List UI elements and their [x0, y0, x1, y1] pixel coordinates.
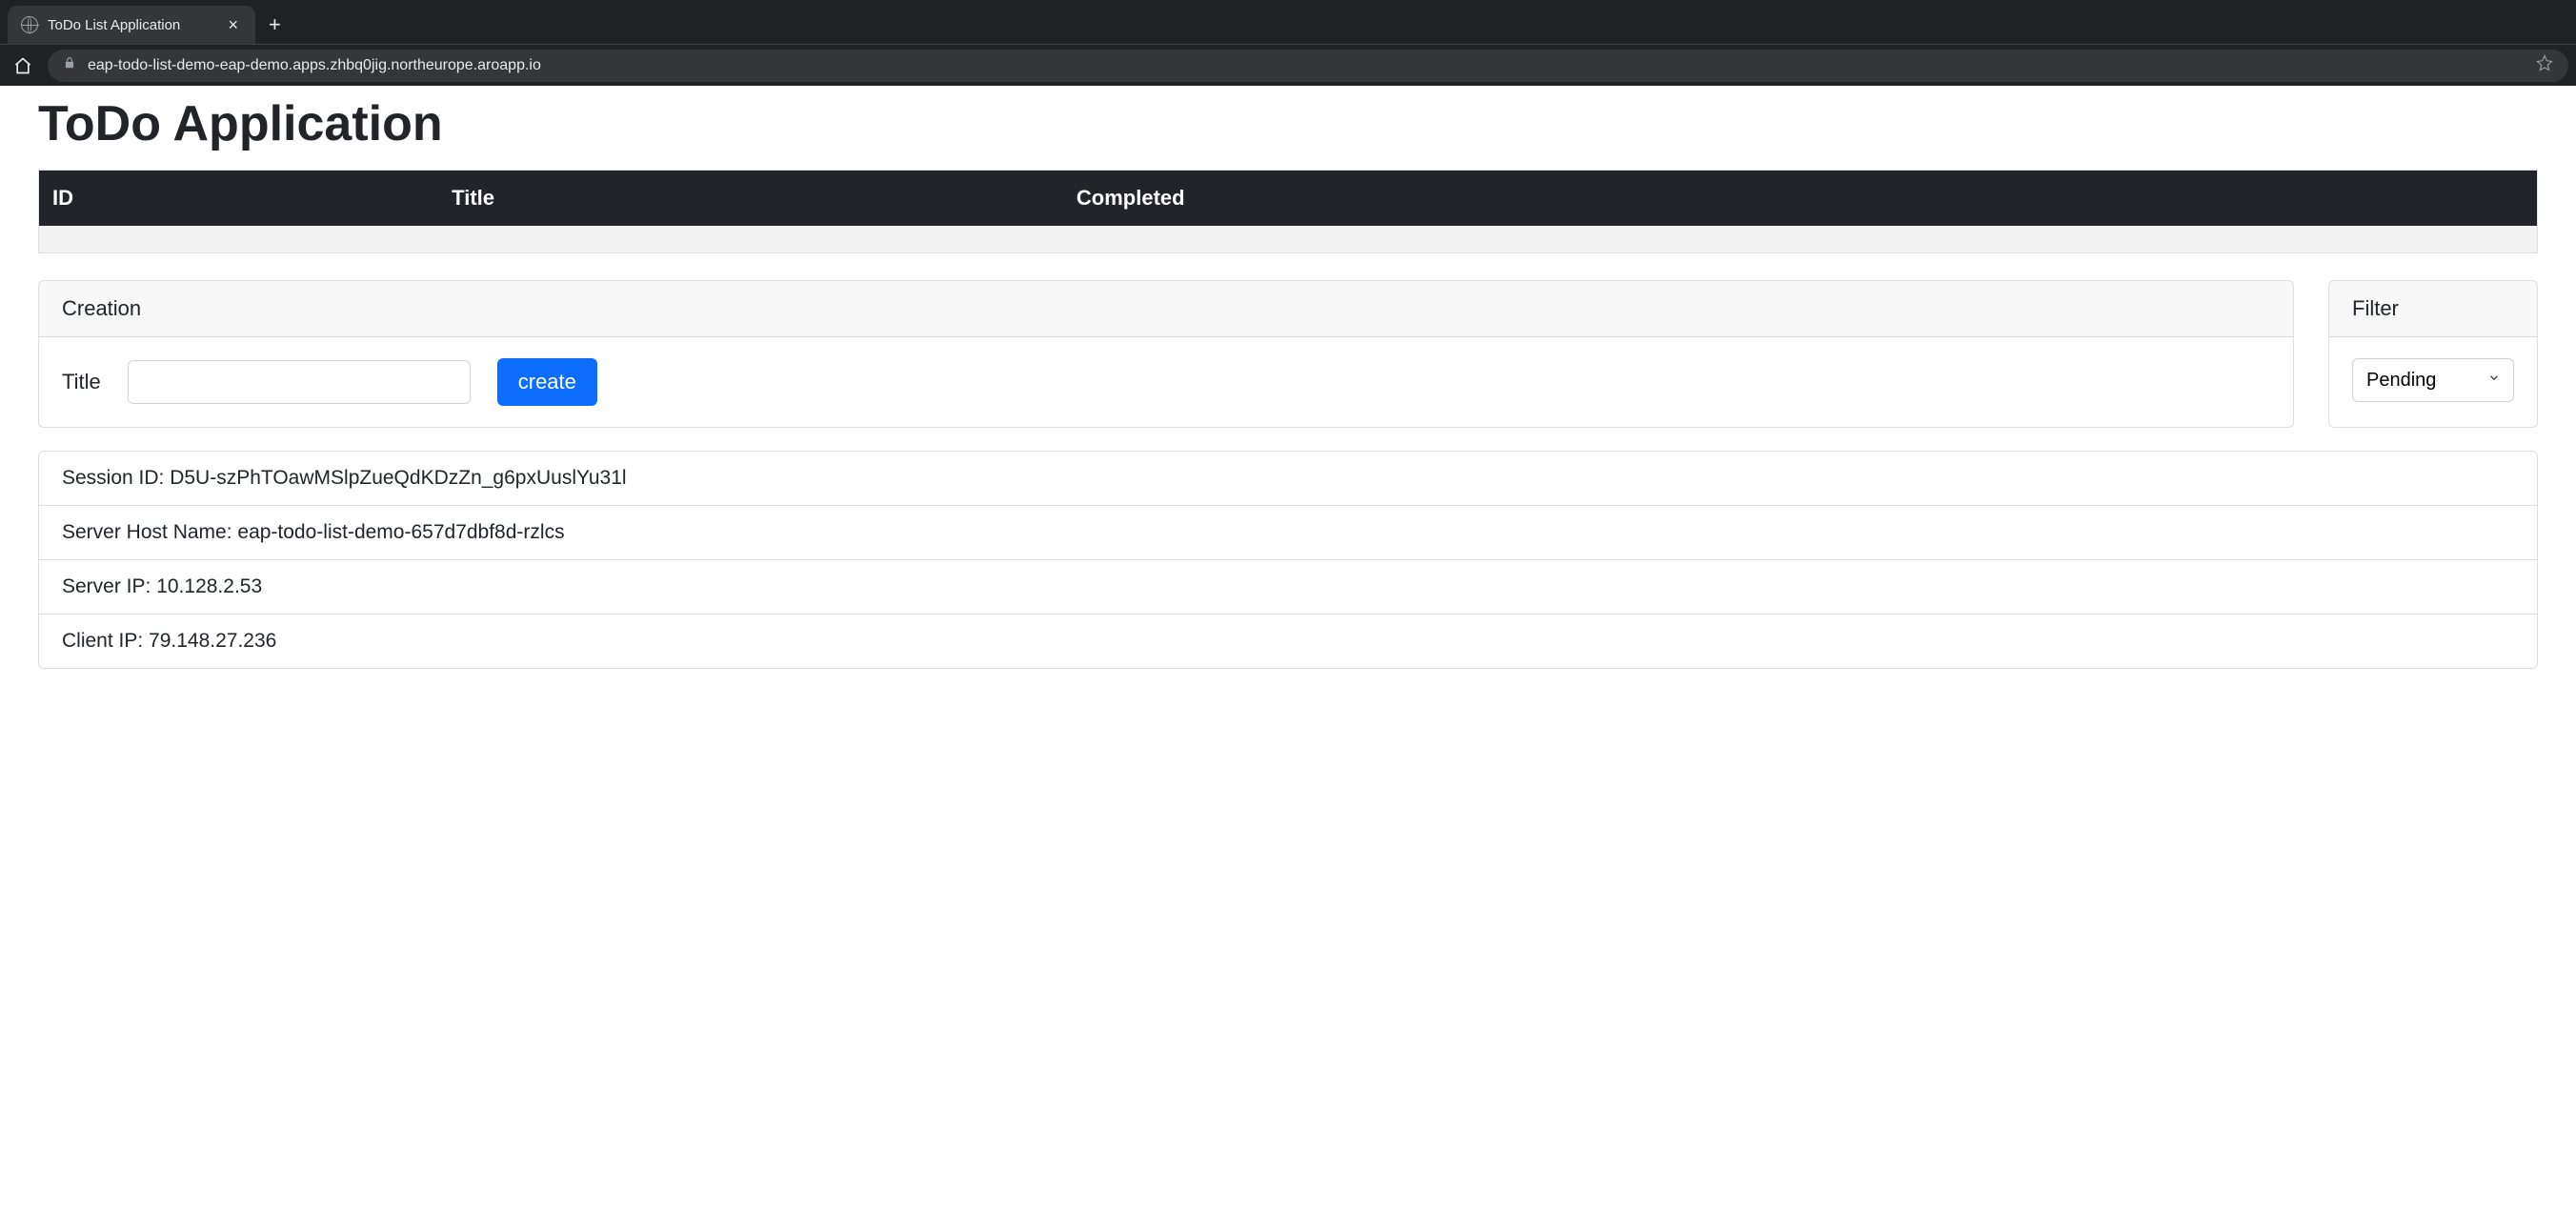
client-ip-row: Client IP: 79.148.27.236	[39, 614, 2537, 668]
server-ip-row: Server IP: 10.128.2.53	[39, 560, 2537, 614]
address-bar[interactable]: eap-todo-list-demo-eap-demo.apps.zhbq0ji…	[48, 50, 2568, 82]
browser-chrome: ToDo List Application × + eap-todo-list-…	[0, 0, 2576, 86]
creation-header: Creation	[39, 281, 2293, 337]
globe-icon	[21, 16, 38, 33]
title-label: Title	[62, 370, 101, 394]
create-button[interactable]: create	[497, 358, 597, 406]
bookmark-star-icon[interactable]	[2536, 54, 2553, 76]
page-content: ToDo Application ID Title Completed Crea…	[0, 86, 2576, 707]
title-input[interactable]	[128, 360, 471, 404]
browser-tab[interactable]: ToDo List Application ×	[8, 6, 255, 44]
filter-header: Filter	[2329, 281, 2537, 337]
new-tab-button[interactable]: +	[255, 6, 294, 44]
browser-toolbar: eap-todo-list-demo-eap-demo.apps.zhbq0ji…	[0, 44, 2576, 86]
home-button[interactable]	[8, 50, 38, 81]
url-text: eap-todo-list-demo-eap-demo.apps.zhbq0ji…	[88, 57, 2525, 74]
home-icon	[13, 56, 32, 75]
tab-strip: ToDo List Application × +	[0, 0, 2576, 44]
lock-icon	[63, 56, 76, 74]
tab-title: ToDo List Application	[48, 17, 214, 33]
page-title: ToDo Application	[38, 95, 2538, 152]
session-id-row: Session ID: D5U-szPhTOawMSlpZueQdKDzZn_g…	[39, 452, 2537, 506]
server-info-list: Session ID: D5U-szPhTOawMSlpZueQdKDzZn_g…	[38, 451, 2538, 669]
column-header-title: Title	[438, 171, 1063, 227]
creation-card: Creation Title create	[38, 280, 2294, 428]
column-header-id: ID	[39, 171, 439, 227]
close-icon[interactable]: ×	[224, 14, 242, 35]
filter-select[interactable]: Pending	[2352, 358, 2514, 402]
todo-table: ID Title Completed	[38, 170, 2538, 253]
column-header-completed: Completed	[1063, 171, 2538, 227]
table-empty-row	[39, 226, 2538, 252]
server-host-row: Server Host Name: eap-todo-list-demo-657…	[39, 506, 2537, 560]
filter-card: Filter Pending	[2328, 280, 2538, 428]
